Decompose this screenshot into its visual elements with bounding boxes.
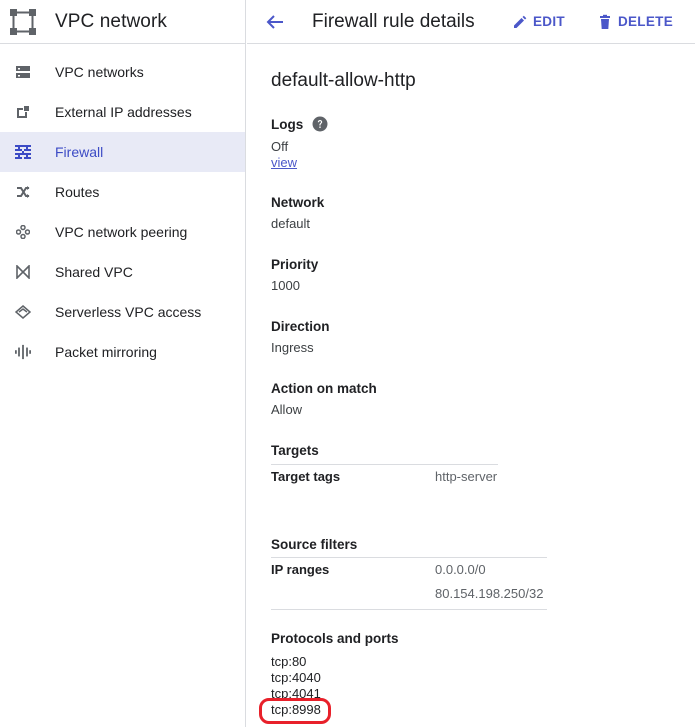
edit-button[interactable]: EDIT — [512, 14, 565, 30]
protocols-label: Protocols and ports — [271, 631, 399, 646]
logs-label: Logs — [271, 116, 328, 132]
source-filters-table: IP ranges 0.0.0.0/0 80.154.198.250/32 — [271, 557, 547, 610]
ports-list: tcp:80 tcp:4040 tcp:4041 tcp:8998 — [259, 654, 331, 724]
list-item: tcp:80 — [271, 654, 307, 669]
targets-section: Targets — [271, 443, 319, 458]
network-section: Network default — [271, 195, 324, 231]
priority-label: Priority — [271, 257, 319, 272]
list-item: tcp:4040 — [271, 670, 321, 685]
pencil-icon — [512, 14, 528, 30]
sidebar: VPC network VPC networks External IP add… — [0, 0, 246, 727]
source-filters-section: Source filters — [271, 537, 357, 552]
sidebar-item-label: Shared VPC — [55, 264, 133, 280]
ip-range-value: 0.0.0.0/0 — [435, 562, 486, 577]
source-filters-label: Source filters — [271, 537, 358, 552]
logs-label-text: Logs — [271, 116, 304, 132]
sidebar-item-shared-vpc[interactable]: Shared VPC — [0, 252, 245, 292]
protocols-section: Protocols and ports — [271, 631, 399, 646]
highlight-annotation — [259, 698, 331, 724]
network-value: default — [271, 216, 311, 231]
sidebar-item-label: External IP addresses — [55, 104, 192, 120]
edit-label: EDIT — [532, 14, 565, 29]
routes-icon — [15, 184, 31, 200]
vpc-product-icon — [9, 8, 37, 36]
back-button[interactable] — [263, 10, 287, 34]
ip-range-value: 80.154.198.250/32 — [435, 585, 544, 601]
page-title: Firewall rule details — [312, 10, 475, 32]
table-row: IP ranges 0.0.0.0/0 — [271, 557, 547, 581]
priority-value: 1000 — [271, 278, 300, 293]
direction-section: Direction Ingress — [271, 319, 330, 355]
direction-value: Ingress — [271, 340, 314, 355]
table-row: 80.154.198.250/32 — [271, 581, 547, 605]
vpc-networks-icon — [15, 64, 31, 80]
priority-section: Priority 1000 — [271, 257, 318, 293]
help-icon[interactable] — [312, 116, 328, 132]
target-tags-key: Target tags — [271, 469, 341, 484]
divider — [271, 609, 547, 610]
logs-value: Off — [271, 139, 289, 154]
arrow-back-icon — [266, 14, 283, 29]
trash-icon — [597, 14, 613, 30]
main-panel: Firewall rule details EDIT DELETE defaul… — [247, 0, 695, 727]
direction-label: Direction — [271, 319, 330, 334]
external-ip-icon — [15, 104, 31, 120]
action-value: Allow — [271, 402, 303, 417]
sidebar-header: VPC network — [0, 0, 245, 44]
targets-label: Targets — [271, 443, 319, 458]
header-actions: EDIT DELETE — [480, 14, 673, 30]
sidebar-item-label: Firewall — [55, 144, 104, 160]
action-section: Action on match Allow — [271, 381, 377, 417]
firewall-icon — [15, 144, 31, 160]
sidebar-item-label: Routes — [55, 184, 100, 200]
sidebar-item-external-ip[interactable]: External IP addresses — [0, 92, 245, 132]
logs-view-link[interactable]: view — [271, 155, 297, 170]
sidebar-item-packet-mirroring[interactable]: Packet mirroring — [0, 332, 245, 372]
sidebar-item-firewall[interactable]: Firewall — [0, 132, 245, 172]
sidebar-item-serverless-vpc[interactable]: Serverless VPC access — [0, 292, 245, 332]
sidebar-item-vpc-peering[interactable]: VPC network peering — [0, 212, 245, 252]
sidebar-item-label: Serverless VPC access — [55, 304, 202, 320]
sidebar-item-label: VPC networks — [55, 64, 144, 80]
ip-ranges-key: IP ranges — [271, 562, 330, 577]
packet-mirroring-icon — [15, 344, 31, 360]
rule-name: default-allow-http — [271, 70, 416, 91]
product-title: VPC network — [55, 10, 167, 32]
sidebar-item-vpc-networks[interactable]: VPC networks — [0, 52, 245, 92]
shared-vpc-icon — [15, 264, 31, 280]
logs-section: Logs Off view — [271, 116, 328, 172]
target-tags-value: http-server — [435, 469, 498, 484]
sidebar-item-label: VPC network peering — [55, 224, 188, 240]
sidebar-item-routes[interactable]: Routes — [0, 172, 245, 212]
table-row: Target tags http-server — [271, 464, 498, 488]
targets-table: Target tags http-server — [271, 464, 498, 488]
page-header: Firewall rule details EDIT DELETE — [247, 0, 695, 44]
peering-icon — [15, 224, 31, 240]
sidebar-nav: VPC networks External IP addresses Firew… — [0, 52, 245, 372]
delete-button[interactable]: DELETE — [597, 14, 673, 30]
serverless-icon — [15, 304, 31, 320]
network-label: Network — [271, 195, 325, 210]
app-window: VPC network VPC networks External IP add… — [0, 0, 695, 727]
delete-label: DELETE — [617, 14, 673, 29]
action-label: Action on match — [271, 381, 377, 396]
sidebar-item-label: Packet mirroring — [55, 344, 157, 360]
